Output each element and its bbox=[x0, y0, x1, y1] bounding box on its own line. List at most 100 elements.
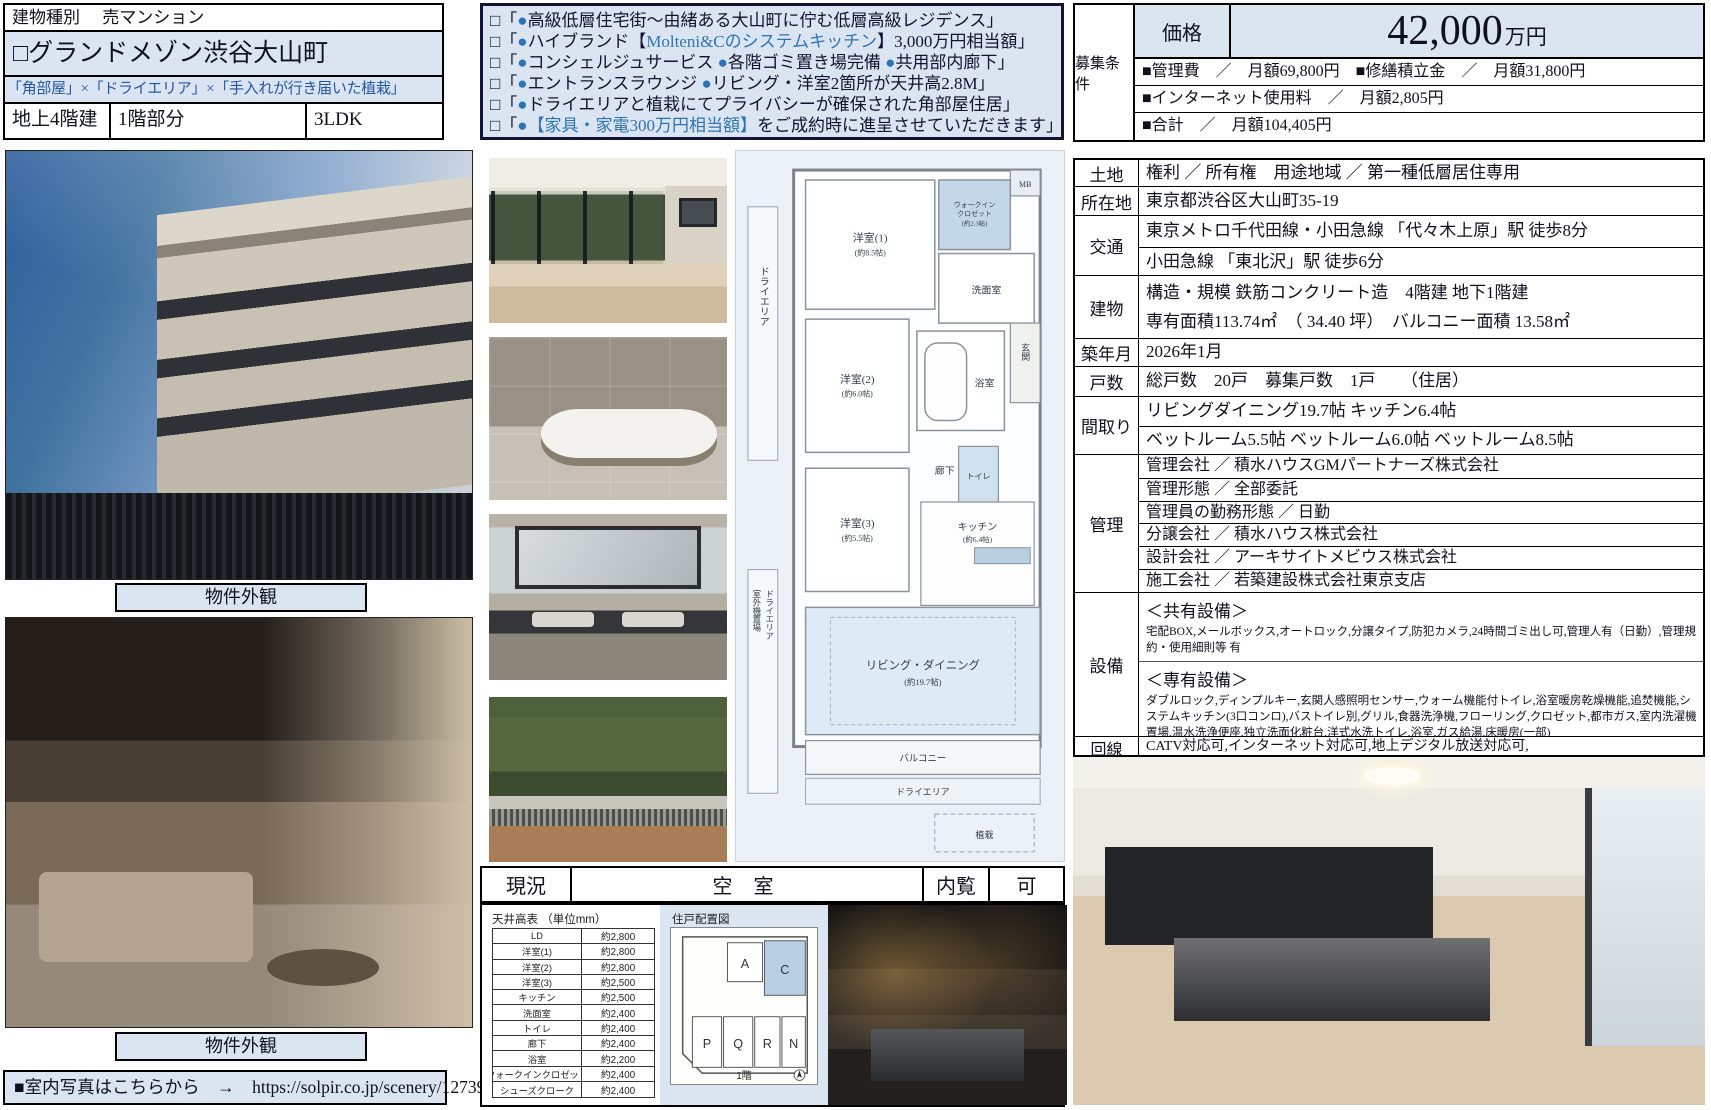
feature-text: 各階ゴミ置き場完備 bbox=[728, 53, 885, 72]
unit-label-n: N bbox=[789, 1037, 798, 1051]
feature-text: コンシェルジュサービス bbox=[528, 53, 718, 72]
floors-value: 地上4階建 bbox=[5, 104, 111, 138]
kitchen-island-shape bbox=[871, 1029, 1024, 1081]
features-box: □「●高級低層住宅街～由緒ある大山町に佇む低層高級レジデンス」 □「●ハイブラン… bbox=[480, 3, 1064, 140]
management-line-6: 施工会社 ／ 若築建設株式会社東京支店 bbox=[1139, 569, 1703, 592]
unit-map-panel: 住戸配置図 A C P Q R N 1階 bbox=[660, 905, 828, 1105]
floor-plan: N ドライエリア 室外機置場 ドライエリア MB 洋室(1) (約8.5帖) ウ… bbox=[735, 150, 1065, 862]
bullet-icon: ● bbox=[517, 32, 527, 51]
photo-kitchen-dark bbox=[828, 905, 1067, 1105]
bullet-icon: ● bbox=[885, 53, 895, 72]
room-entrance bbox=[1010, 323, 1040, 403]
cell-value: 約2,500 bbox=[582, 990, 654, 1004]
current-state-label: 現況 bbox=[482, 868, 570, 901]
ceiling-light-shape bbox=[1364, 767, 1421, 784]
feature-text: リビング・洋室2箇所が天井高2.8M」 bbox=[712, 74, 995, 93]
table-row: キッチン約2,500 bbox=[493, 990, 654, 1005]
ceiling-height-table: LD約2,800 洋室(1)約2,800 洋室(2)約2,800 洋室(3)約2… bbox=[492, 928, 655, 1098]
property-header-table: 建物種別 売マンション □グランドメゾン渋谷大山町 「角部屋」×「ドライエリア」… bbox=[3, 3, 444, 140]
kitchen-cabinet-shape bbox=[1105, 847, 1434, 944]
kitchen-island-shape bbox=[1174, 938, 1490, 1022]
price-value-cell: 42,000 万円 bbox=[1231, 5, 1703, 57]
room-size-kitchen: (約6.4帖) bbox=[963, 534, 993, 544]
fee-line-3: ■合計 ／ 月額104,405円 bbox=[1135, 113, 1703, 140]
feature-text: エントランスラウンジ bbox=[528, 74, 702, 93]
unit-label-p: P bbox=[703, 1037, 711, 1051]
row-label: 戸数 bbox=[1075, 367, 1139, 396]
cell-label: キッチン bbox=[493, 990, 582, 1004]
bullet-icon: ● bbox=[517, 53, 527, 72]
feature-text: □「 bbox=[490, 116, 517, 135]
room-label-entrance: 玄関 bbox=[1020, 342, 1030, 362]
bullet-icon: ● bbox=[701, 74, 711, 93]
row-units: 戸数 総戸数 20戸 募集戸数 1戸 （住居） bbox=[1075, 367, 1703, 397]
room-label-dry-area-left: ドライエリア bbox=[757, 266, 769, 326]
room-label-dry-area-bottom: ドライエリア bbox=[896, 787, 950, 797]
building-shape bbox=[157, 173, 473, 523]
feature-text: 高級低層住宅街～由緒ある大山町に佇む低層高級レジデンス」 bbox=[528, 11, 1004, 30]
fee-line-1: ■管理費 ／ 月額69,800円 ■修繕積立金 ／ 月額31,800円 bbox=[1135, 59, 1703, 86]
interior-photos-url[interactable]: https://solpir.co.jp/scenery/12739/ bbox=[252, 1077, 490, 1097]
interior-photos-link-bar: ■室内写真はこちらから → https://solpir.co.jp/scene… bbox=[3, 1070, 447, 1105]
room-label-kitchen: キッチン bbox=[958, 521, 998, 533]
row-label: 土地 bbox=[1075, 160, 1139, 186]
feature-text: □「 bbox=[490, 95, 517, 114]
room-label-mb: MB bbox=[1019, 180, 1031, 189]
transport-line-2: 小田急線 「東北沢」駅 徒歩6分 bbox=[1139, 247, 1703, 275]
room-label-dry-area-left2: ドライエリア bbox=[765, 589, 775, 640]
room-size-bedroom2: (約6.0帖) bbox=[842, 389, 873, 399]
price-amount: 42,000 bbox=[1387, 5, 1503, 57]
feature-line-1: □「●高級低層住宅街～由緒ある大山町に佇む低層高級レジデンス」 bbox=[490, 10, 1054, 31]
row-building: 建物 構造・規模 鉄筋コンクリート造 4階建 地下1階建 専有面積113.74㎡… bbox=[1075, 276, 1703, 339]
layout-line-1: リビングダイニング19.7帖 キッチン6.4帖 bbox=[1139, 397, 1703, 426]
dry-area-strip bbox=[748, 207, 778, 460]
mirror-shape bbox=[515, 526, 701, 589]
table-row: ウォークインクロゼット約2,400 bbox=[493, 1067, 654, 1082]
catch-copy: 「角部屋」×「ドライエリア」×「手入れが行き届いた植栽」 bbox=[5, 77, 442, 104]
feature-text: をご成約時に進呈させていただきます」 bbox=[757, 116, 1063, 135]
units-value: 総戸数 20戸 募集戸数 1戸 （住居） bbox=[1139, 367, 1703, 395]
photo-living-room bbox=[489, 158, 727, 323]
row-transport: 交通 東京メトロ千代田線・小田急線 「代々木上原」駅 徒歩8分 小田急線 「東北… bbox=[1075, 216, 1703, 276]
feature-line-5: □「●ドライエリアと植栽にてプライバシーが確保された角部屋住居」 bbox=[490, 94, 1054, 115]
caption-exterior-2: 物件外観 bbox=[115, 1032, 367, 1061]
table-row: 洗面室約2,400 bbox=[493, 1005, 654, 1020]
current-state-value: 空 室 bbox=[570, 868, 922, 901]
row-label: 設備 bbox=[1075, 593, 1139, 736]
cell-value: 約2,800 bbox=[582, 960, 654, 974]
offer-section-label: 募集条件 bbox=[1075, 5, 1135, 140]
unit-map-title: 住戸配置図 bbox=[672, 911, 730, 927]
offer-conditions-block: 募集条件 価格 42,000 万円 ■管理費 ／ 月額69,800円 ■修繕積立… bbox=[1073, 3, 1705, 142]
price-label: 価格 bbox=[1135, 5, 1231, 57]
building-type-row: 建物種別 売マンション bbox=[5, 5, 442, 32]
unit-label-a: A bbox=[741, 957, 750, 971]
room-label-outdoor-unit: 室外機置場 bbox=[752, 589, 762, 633]
drain-grate-shape bbox=[489, 809, 727, 826]
building-line-1: 構造・規模 鉄筋コンクリート造 4階建 地下1階建 bbox=[1139, 278, 1703, 307]
transport-line-1: 東京メトロ千代田線・小田急線 「代々木上原」駅 徒歩8分 bbox=[1139, 216, 1703, 247]
window-mullions bbox=[491, 191, 662, 264]
unit-label-c: C bbox=[780, 963, 789, 977]
layout-line-2: ベットルーム5.5帖 ベットルーム6.0帖 ベットルーム8.5帖 bbox=[1139, 426, 1703, 453]
feature-line-4: □「●エントランスラウンジ ●リビング・洋室2箇所が天井高2.8M」 bbox=[490, 73, 1054, 94]
feature-text: ドライエリアと植栽にてプライバシーが確保された角部屋住居」 bbox=[528, 95, 1020, 114]
management-line-5: 設計会社 ／ アーキサイトメビウス株式会社 bbox=[1139, 546, 1703, 569]
ceiling-unit-text: （単位mm） bbox=[541, 914, 606, 926]
feature-text: 共用部内廊下」 bbox=[895, 53, 1014, 72]
sofa-shape bbox=[39, 872, 253, 962]
private-equipment-list: ダブルロック,ディンプルキー,玄関人感照明センサー,ウォーム機能付トイレ,浴室暖… bbox=[1139, 693, 1703, 737]
room-label-washroom: 洗面室 bbox=[972, 283, 1002, 296]
layout-value: 3LDK bbox=[307, 104, 442, 138]
floor-plan-drawing: N ドライエリア 室外機置場 ドライエリア MB 洋室(1) (約8.5帖) ウ… bbox=[736, 151, 1064, 861]
room-size-bedroom3: (約5.5帖) bbox=[842, 533, 873, 543]
basin-shape bbox=[532, 612, 594, 627]
cell-value: 約2,200 bbox=[582, 1051, 654, 1065]
row-lines: 回線 CATV対応可,インターネット対応可,地上デジタル放送対応可, bbox=[1075, 737, 1703, 759]
cell-value: 約2,400 bbox=[582, 1067, 654, 1081]
cell-value: 約2,500 bbox=[582, 975, 654, 989]
land-value: 権利 ／ 所有権 用途地域 ／ 第一種低層居住専用 bbox=[1139, 160, 1703, 185]
photo-building-exterior bbox=[5, 150, 473, 580]
window-shape bbox=[679, 198, 717, 228]
room-label-wic-2: クロゼット bbox=[957, 209, 992, 218]
bottom-info-box: 天井高表 （単位mm） LD約2,800 洋室(1)約2,800 洋室(2)約2… bbox=[480, 903, 1065, 1107]
